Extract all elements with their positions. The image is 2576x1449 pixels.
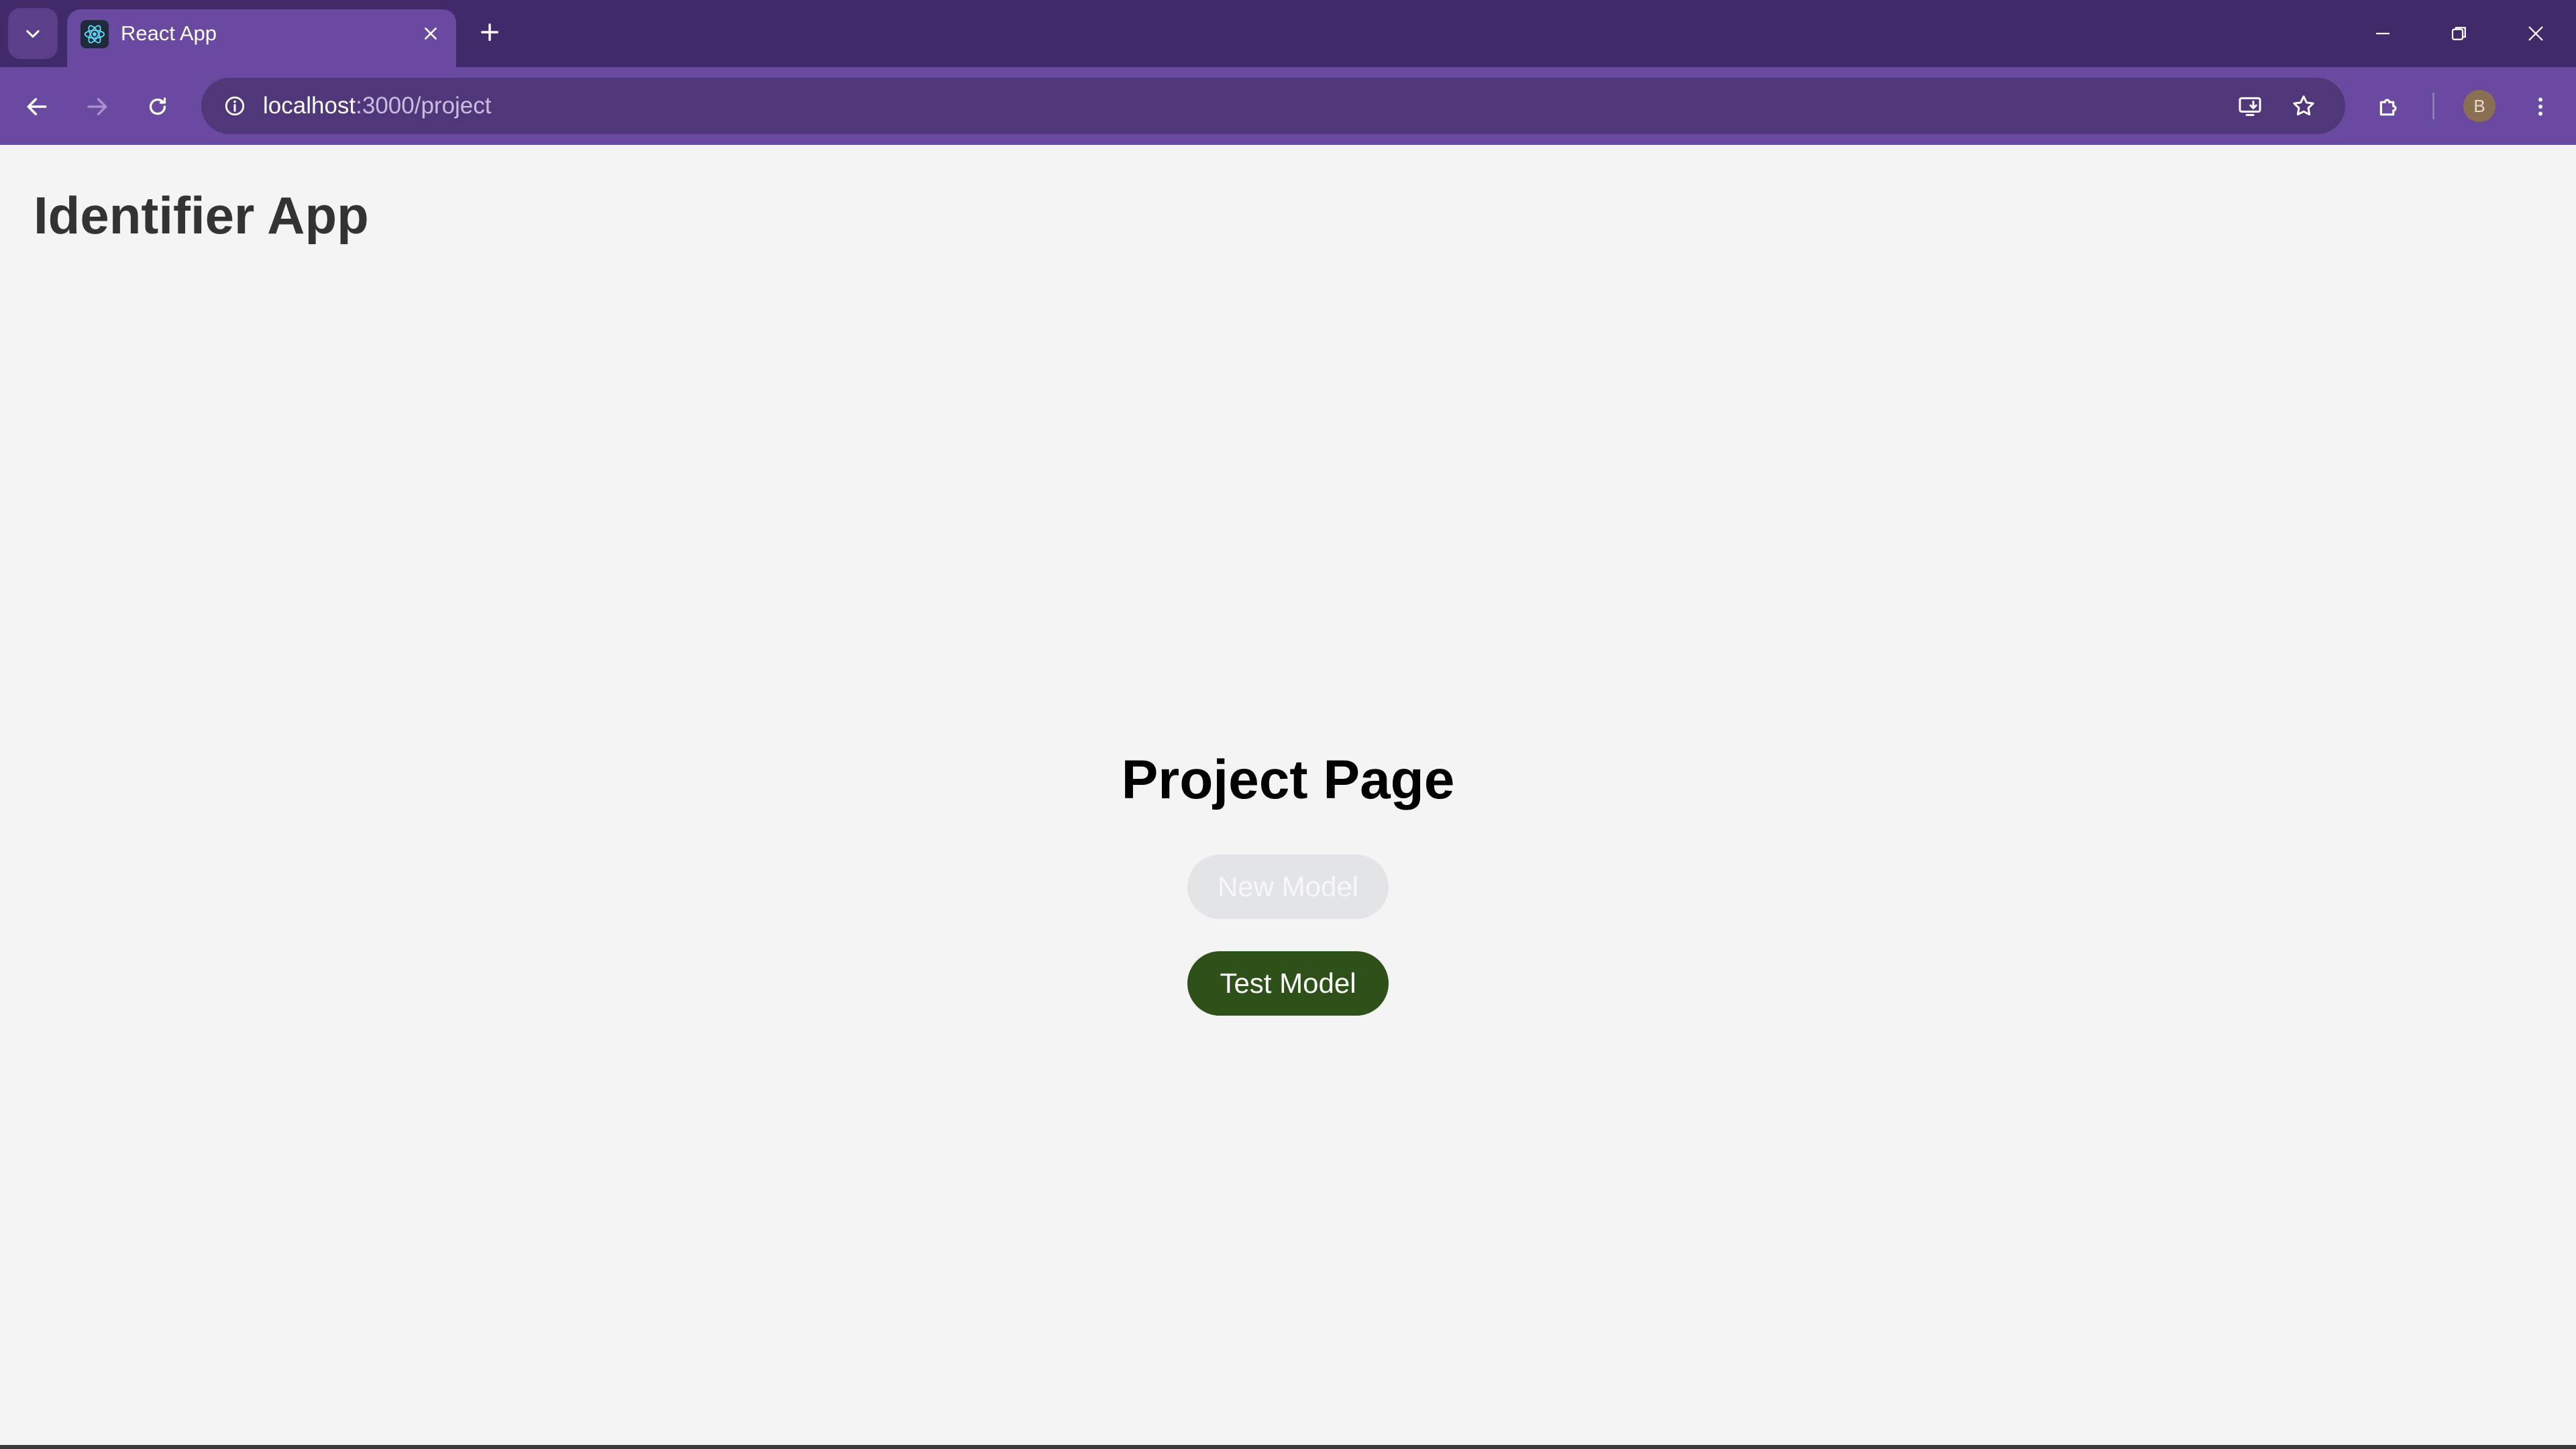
puzzle-icon <box>2375 93 2402 120</box>
address-bar[interactable]: localhost:3000/project <box>201 78 2345 134</box>
new-model-button[interactable]: New Model <box>1187 855 1389 919</box>
app-title: Identifier App <box>34 186 369 245</box>
close-icon <box>2526 23 2546 44</box>
page-heading: Project Page <box>1121 749 1455 810</box>
extensions-button[interactable] <box>2368 86 2410 127</box>
browser-menu-button[interactable] <box>2520 86 2561 127</box>
tab-search-button[interactable] <box>8 8 58 59</box>
tab-close-icon[interactable] <box>417 20 444 47</box>
restore-icon <box>2449 23 2469 44</box>
new-tab-button[interactable] <box>474 16 506 48</box>
profile-avatar[interactable]: B <box>2463 90 2496 122</box>
reload-button[interactable] <box>137 86 178 127</box>
react-icon <box>80 20 109 48</box>
tab-title: React App <box>121 21 217 45</box>
site-info-icon[interactable] <box>215 86 255 126</box>
url-host: localhost <box>263 93 356 119</box>
install-app-icon[interactable] <box>2230 86 2270 126</box>
chevron-down-icon <box>23 24 42 43</box>
forward-button[interactable] <box>76 86 118 127</box>
more-vertical-icon <box>2528 95 2553 119</box>
toolbar-divider <box>2432 93 2434 119</box>
arrow-right-icon <box>85 94 110 119</box>
bookmark-star-icon[interactable] <box>2284 86 2324 126</box>
minimize-icon <box>2373 23 2393 44</box>
back-button[interactable] <box>16 86 58 127</box>
restore-button[interactable] <box>2439 13 2479 54</box>
url-path: :3000/project <box>356 93 492 119</box>
arrow-left-icon <box>24 94 50 119</box>
taskbar-edge <box>0 1445 2576 1449</box>
browser-tab-active[interactable]: React App <box>67 9 456 67</box>
page-content: Identifier App Project Page New Model Te… <box>0 145 2576 1449</box>
reload-icon <box>146 95 170 119</box>
browser-toolbar: localhost:3000/project B <box>0 67 2576 145</box>
minimize-button[interactable] <box>2363 13 2403 54</box>
close-window-button[interactable] <box>2516 13 2556 54</box>
url-text[interactable]: localhost:3000/project <box>263 93 492 119</box>
test-model-button[interactable]: Test Model <box>1187 951 1389 1016</box>
tab-strip: React App <box>0 0 2576 67</box>
plus-icon <box>478 21 501 44</box>
